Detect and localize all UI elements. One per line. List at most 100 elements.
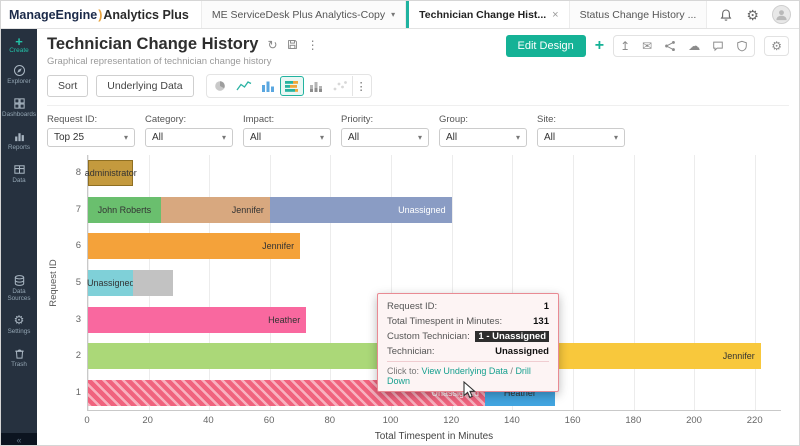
- filter-label: Group:: [439, 114, 469, 125]
- bar-segment-label: Unassigned: [398, 204, 446, 215]
- tab-label: Status Change History ...: [579, 8, 697, 21]
- x-tick-label: 120: [443, 415, 460, 426]
- y-tick-label: 8: [75, 167, 81, 179]
- filter-dropdown[interactable]: All ▾: [145, 128, 233, 147]
- page-title-row: Technician Change History ↻ ⋮: [47, 35, 319, 54]
- view-underlying-data-link[interactable]: View Underlying Data: [422, 366, 508, 376]
- bar-segment[interactable]: Unassigned: [269, 196, 452, 223]
- filter-dropdown[interactable]: All ▾: [537, 128, 625, 147]
- tab-technician-change-history[interactable]: Technician Change Hist... ×: [406, 1, 570, 28]
- refresh-icon[interactable]: ↻: [268, 38, 278, 52]
- sidebar-item-create[interactable]: + Create: [9, 35, 29, 54]
- bar-segment[interactable]: Unassigned: [86, 270, 135, 296]
- bar-segment[interactable]: administrator: [85, 160, 137, 187]
- bar-segment[interactable]: [133, 270, 173, 296]
- sidebar-item-settings[interactable]: ⚙ Settings: [1, 314, 37, 336]
- top-bar: ManageEngine ) Analytics Plus ME Service…: [1, 1, 799, 29]
- bar-segment[interactable]: Jennifer: [88, 233, 301, 260]
- bar-segment[interactable]: John Roberts: [88, 196, 161, 223]
- tab-status-change-history[interactable]: Status Change History ...: [569, 1, 708, 28]
- bar-segment[interactable]: Jennifer: [160, 196, 270, 223]
- x-tick-label: 100: [382, 415, 399, 426]
- bar-segment[interactable]: Heather: [88, 306, 307, 333]
- line-chart-icon[interactable]: [232, 76, 256, 96]
- trash-icon: [1, 347, 37, 360]
- filter-dropdown[interactable]: All ▾: [341, 128, 429, 147]
- x-tick-label: 140: [503, 415, 520, 426]
- mouse-cursor: [461, 380, 477, 404]
- y-tick-label: 7: [75, 203, 81, 215]
- sidebar-item-dashboards[interactable]: Dashboards: [1, 97, 37, 118]
- cloud-icon[interactable]: ☁: [682, 36, 706, 56]
- avatar[interactable]: [771, 5, 791, 24]
- x-axis-title: Total Timespent in Minutes: [374, 431, 494, 442]
- y-tick-label: 5: [75, 277, 81, 288]
- stacked-vertical-bar-icon[interactable]: [304, 76, 328, 96]
- filter-label: Site:: [537, 114, 557, 125]
- bar-segment-label: Jennifer: [262, 241, 295, 252]
- tab-servicedesk-copy[interactable]: ME ServiceDesk Plus Analytics-Copy ▾: [200, 1, 407, 28]
- x-tick-label: 40: [203, 415, 214, 426]
- filter-value: All: [544, 132, 556, 143]
- sort-button[interactable]: Sort: [47, 75, 89, 97]
- close-icon[interactable]: ×: [552, 9, 558, 21]
- filter-value: All: [250, 132, 262, 143]
- x-tick-label: 220: [746, 415, 763, 426]
- analytics-plus-window: ManageEngine ) Analytics Plus ME Service…: [0, 0, 800, 446]
- sidebar-collapse-bar[interactable]: «: [1, 433, 37, 445]
- stacked-horizontal-bar-icon[interactable]: [279, 76, 304, 96]
- sidebar-item-data-sources[interactable]: Data Sources: [1, 274, 37, 302]
- export-icon[interactable]: ↥: [614, 36, 636, 56]
- sidebar-item-label: Dashboards: [2, 111, 36, 118]
- sidebar-item-reports[interactable]: Reports: [1, 130, 37, 151]
- sidebar-item-label: Data Sources: [7, 288, 31, 302]
- edit-design-button[interactable]: Edit Design: [505, 35, 586, 57]
- scatter-chart-icon[interactable]: [328, 76, 352, 96]
- filter-value: All: [446, 132, 458, 143]
- x-tick-label: 80: [324, 415, 336, 426]
- bar-segment-label: Unassigned: [86, 278, 135, 288]
- sidebar-item-trash[interactable]: Trash: [1, 347, 37, 368]
- sidebar-item-label: Trash: [11, 361, 27, 368]
- bar-segment-label: John Roberts: [97, 204, 152, 215]
- filter-label: Priority:: [341, 114, 374, 125]
- sidebar-item-explorer[interactable]: Explorer: [1, 64, 37, 85]
- filter-category: Category: All ▾: [145, 114, 233, 147]
- sidebar-item-label: Settings: [7, 328, 31, 335]
- filter-label: Impact:: [243, 114, 275, 125]
- email-icon[interactable]: ✉: [636, 36, 658, 56]
- save-icon[interactable]: [287, 39, 298, 50]
- settings-icon[interactable]: ⚙: [764, 36, 789, 56]
- chevron-down-icon[interactable]: ▾: [391, 10, 395, 19]
- share-icon[interactable]: [658, 36, 682, 56]
- vertical-bar-chart-icon[interactable]: [256, 76, 280, 96]
- header-actions: Edit Design + ↥ ✉ ☁ ⚙: [505, 35, 789, 57]
- filter-dropdown[interactable]: Top 25 ▾: [47, 128, 135, 147]
- shield-icon[interactable]: [730, 36, 754, 56]
- kebab-icon[interactable]: ⋮: [307, 38, 319, 52]
- bell-icon[interactable]: [719, 8, 733, 22]
- database-icon: [1, 274, 37, 287]
- gear-icon[interactable]: ⚙: [746, 8, 759, 22]
- pie-chart-icon[interactable]: [208, 76, 232, 96]
- bar-segment-label: Heather: [268, 314, 301, 325]
- filter-bar: Request ID: Top 25 ▾ Category: All ▾ Imp…: [47, 114, 789, 147]
- add-icon[interactable]: +: [595, 38, 604, 54]
- app-logo: ManageEngine ) Analytics Plus: [9, 8, 189, 22]
- report-subtitle: Graphical representation of technician c…: [47, 56, 272, 67]
- chevron-down-icon: ▾: [515, 133, 520, 142]
- bar-segment-label: administrator: [84, 168, 137, 179]
- report-header: Technician Change History ↻ ⋮ Graphical …: [47, 35, 789, 67]
- filter-dropdown[interactable]: All ▾: [243, 128, 331, 147]
- chevron-down-icon: ▾: [123, 133, 128, 142]
- chevron-down-icon: ▾: [417, 133, 422, 142]
- workspace-tabs: ME ServiceDesk Plus Analytics-Copy ▾ Tec…: [200, 1, 708, 28]
- underlying-data-button[interactable]: Underlying Data: [96, 75, 194, 97]
- more-chart-types-icon[interactable]: ⋮: [351, 76, 370, 96]
- filter-dropdown[interactable]: All ▾: [439, 128, 527, 147]
- sidebar-item-data[interactable]: Data: [1, 163, 37, 184]
- tab-label: Technician Change Hist...: [419, 8, 547, 21]
- sidebar-item-label: Create: [9, 47, 29, 54]
- comment-icon[interactable]: [706, 36, 730, 56]
- topbar-right-controls: ⚙: [707, 5, 799, 24]
